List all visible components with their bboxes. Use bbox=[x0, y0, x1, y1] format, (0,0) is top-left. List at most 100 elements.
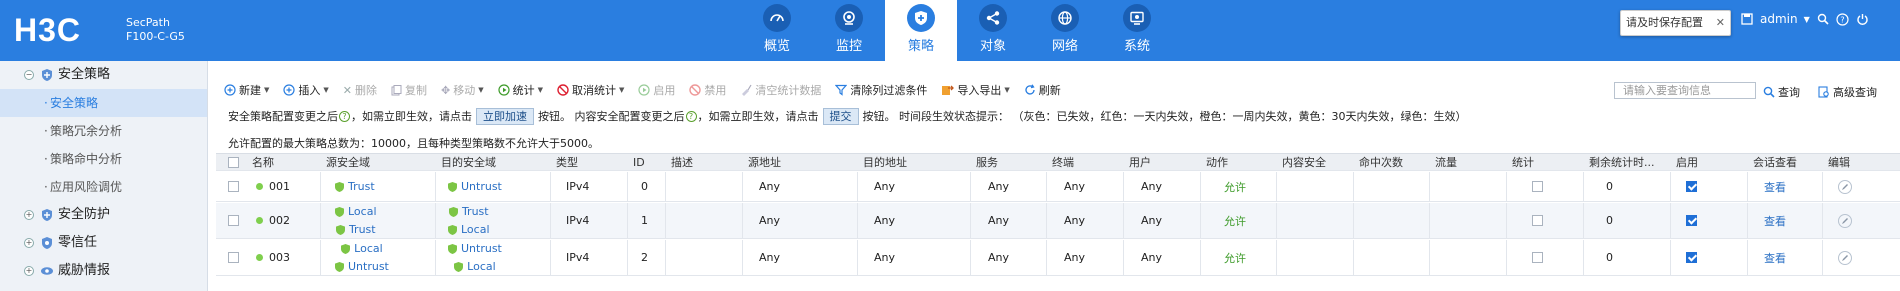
column-header[interactable]: 剩余统计时... bbox=[1589, 154, 1655, 170]
column-header[interactable]: 会话查看 bbox=[1753, 154, 1797, 170]
clear-filter-button[interactable]: 清除列过滤条件 bbox=[835, 82, 927, 98]
close-icon: ✕ bbox=[342, 83, 352, 97]
column-header[interactable]: 编辑 bbox=[1828, 154, 1850, 170]
enable-checkbox[interactable] bbox=[1686, 252, 1697, 263]
nav-monitor[interactable]: 监控 bbox=[813, 0, 885, 61]
cancel-statistics-button[interactable]: 取消统计 ▼ bbox=[557, 82, 624, 98]
sidebar-item-redundancy-analysis[interactable]: 策略冗余分析 bbox=[0, 117, 207, 145]
save-icon[interactable] bbox=[1740, 12, 1754, 26]
column-header[interactable]: 流量 bbox=[1435, 154, 1457, 170]
import-export-button[interactable]: 导入导出 ▼ bbox=[941, 82, 1010, 98]
logout-icon[interactable] bbox=[1856, 12, 1870, 26]
sidebar-group-threat-intel[interactable]: + 威胁情报 bbox=[0, 257, 207, 285]
submit-button[interactable]: 提交 bbox=[822, 107, 859, 125]
nav-policy[interactable]: 策略 bbox=[885, 0, 957, 61]
refresh-icon bbox=[1025, 84, 1035, 95]
nav-object[interactable]: 对象 bbox=[957, 0, 1029, 61]
edit-icon[interactable] bbox=[1838, 213, 1852, 228]
chevron-down-icon[interactable]: ▼ bbox=[1804, 15, 1810, 24]
expand-icon[interactable]: + bbox=[24, 266, 34, 276]
nav-overview[interactable]: 概览 bbox=[741, 0, 813, 61]
zone-label: Local bbox=[348, 205, 377, 218]
column-header[interactable]: 终端 bbox=[1052, 154, 1074, 170]
row-checkbox[interactable] bbox=[228, 215, 239, 226]
column-header[interactable]: 源地址 bbox=[748, 154, 781, 170]
column-header[interactable]: 源安全域 bbox=[326, 154, 370, 170]
delete-label: 删除 bbox=[355, 84, 377, 97]
enable-checkbox[interactable] bbox=[1686, 215, 1697, 226]
edit-icon[interactable] bbox=[1838, 179, 1852, 194]
session-view-link[interactable]: 查看 bbox=[1764, 240, 1786, 275]
user-menu[interactable]: admin bbox=[1760, 12, 1798, 26]
copy-button[interactable]: 复制 bbox=[391, 82, 427, 98]
insert-button[interactable]: 插入 ▼ bbox=[283, 82, 329, 98]
column-header[interactable]: 服务 bbox=[976, 154, 998, 170]
enable-button[interactable]: 启用 bbox=[638, 82, 675, 98]
table-header: 名称 源安全域 目的安全域 类型 ID 描述 源地址 目的地址 服务 终端 用户… bbox=[216, 153, 1900, 171]
brand-logo[interactable]: H3C bbox=[14, 14, 81, 46]
apply-now-button[interactable]: 立即加速 bbox=[476, 107, 534, 125]
column-header[interactable]: 命中次数 bbox=[1359, 154, 1403, 170]
nav-system[interactable]: 系统 bbox=[1101, 0, 1173, 61]
column-header[interactable]: 用户 bbox=[1129, 154, 1151, 170]
collapse-icon[interactable]: − bbox=[24, 70, 34, 80]
column-header[interactable]: 内容安全 bbox=[1282, 154, 1326, 170]
refresh-button[interactable]: 刷新 bbox=[1024, 82, 1061, 98]
disable-button[interactable]: 禁用 bbox=[689, 82, 726, 98]
sidebar-group-zero-trust[interactable]: + 零信任 bbox=[0, 229, 207, 257]
table-row[interactable]: 002 Local Trust Trust Local IPv4 1 Any A… bbox=[216, 203, 1900, 239]
policy-type: IPv4 bbox=[566, 214, 590, 227]
close-icon[interactable]: ✕ bbox=[1716, 11, 1725, 35]
delete-button[interactable]: ✕ 删除 bbox=[343, 82, 377, 98]
column-header[interactable]: 动作 bbox=[1206, 154, 1228, 170]
sidebar-group-security-policy[interactable]: − 安全策略 bbox=[0, 61, 207, 89]
search-button[interactable]: 查询 bbox=[1763, 84, 1800, 100]
table-row[interactable]: 001 Trust Untrust IPv4 0 Any Any Any Any… bbox=[216, 172, 1900, 202]
sidebar-item-security-policy[interactable]: 安全策略 bbox=[0, 89, 207, 117]
column-header[interactable]: ID bbox=[633, 154, 645, 170]
move-button[interactable]: ✥ 移动 ▼ bbox=[441, 82, 484, 98]
main-nav: 概览 监控 策略 对象 网络 系统 bbox=[741, 0, 1173, 61]
session-view-link[interactable]: 查看 bbox=[1764, 203, 1786, 238]
help-icon[interactable]: ? bbox=[339, 110, 350, 122]
search-icon[interactable] bbox=[1816, 12, 1830, 26]
session-view-link[interactable]: 查看 bbox=[1764, 172, 1786, 201]
statistics-button[interactable]: 统计 ▼ bbox=[498, 82, 543, 98]
sidebar-item-app-risk-tuning[interactable]: 应用风险调优 bbox=[0, 173, 207, 201]
new-button[interactable]: 新建 ▼ bbox=[224, 82, 269, 98]
sidebar-item-hit-analysis[interactable]: 策略命中分析 bbox=[0, 145, 207, 173]
search-input[interactable]: 请输入要查询信息 bbox=[1614, 82, 1756, 99]
sidebar-group-security-protection[interactable]: + 安全防护 bbox=[0, 201, 207, 229]
column-header[interactable]: 目的安全域 bbox=[441, 154, 496, 170]
clear-statistics-button[interactable]: 清空统计数据 bbox=[740, 82, 821, 98]
destination-address: Any bbox=[874, 180, 896, 193]
help-icon[interactable]: ? bbox=[1836, 12, 1850, 26]
zone-shield-icon bbox=[448, 243, 457, 254]
chevron-down-icon: ▼ bbox=[537, 86, 543, 94]
expand-icon[interactable]: + bbox=[24, 210, 34, 220]
zone-label: Trust bbox=[461, 205, 489, 218]
help-icon[interactable]: ? bbox=[685, 110, 697, 122]
advanced-search-button[interactable]: 高级查询 bbox=[1818, 84, 1877, 100]
edit-icon[interactable] bbox=[1838, 250, 1852, 265]
column-header[interactable]: 名称 bbox=[252, 154, 274, 170]
enable-label: 启用 bbox=[653, 84, 676, 97]
nav-network[interactable]: 网络 bbox=[1029, 0, 1101, 61]
column-header[interactable]: 目的地址 bbox=[863, 154, 907, 170]
column-header[interactable]: 描述 bbox=[671, 154, 693, 170]
row-checkbox[interactable] bbox=[228, 252, 239, 263]
advanced-search-icon bbox=[1818, 86, 1829, 98]
zone-shield-icon bbox=[335, 261, 344, 272]
enable-checkbox[interactable] bbox=[1686, 181, 1697, 192]
row-checkbox[interactable] bbox=[228, 181, 239, 192]
user: Any bbox=[1141, 251, 1163, 264]
disable-label: 禁用 bbox=[704, 84, 727, 97]
expand-icon[interactable]: + bbox=[24, 238, 34, 248]
shield-icon bbox=[42, 237, 52, 249]
column-header[interactable]: 类型 bbox=[556, 154, 578, 170]
column-header[interactable]: 统计 bbox=[1512, 154, 1534, 170]
source-zone: Local Trust bbox=[335, 203, 377, 238]
table-row[interactable]: 003 Local Untrust Untrust Local IPv4 2 A… bbox=[216, 240, 1900, 276]
select-all-checkbox[interactable] bbox=[228, 156, 239, 168]
column-header[interactable]: 启用 bbox=[1676, 154, 1698, 170]
